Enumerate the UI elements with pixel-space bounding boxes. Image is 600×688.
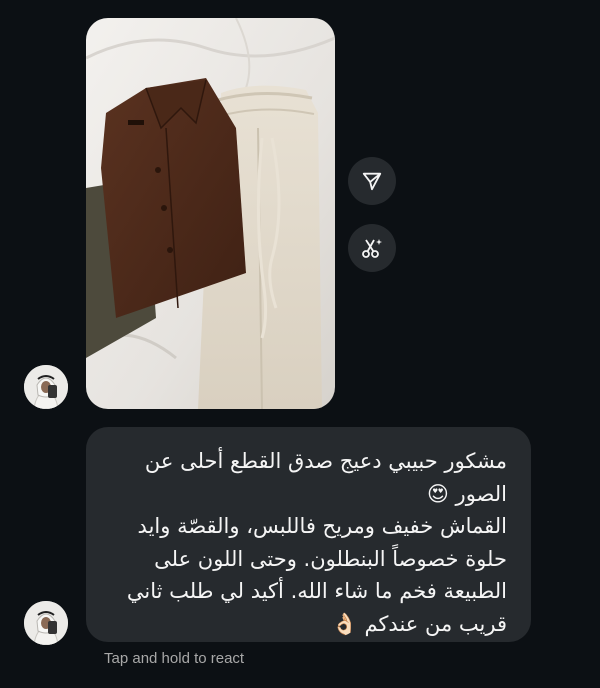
sender-avatar[interactable] <box>24 601 68 645</box>
react-hint: Tap and hold to react <box>104 650 245 667</box>
share-button[interactable] <box>348 157 396 205</box>
remix-button[interactable] <box>348 224 396 272</box>
message-text: مشكور حبيبي دعيج صدق القطع أحلى عن الصور… <box>126 449 507 636</box>
message-bubble[interactable]: مشكور حبيبي دعيج صدق القطع أحلى عن الصور… <box>86 427 531 642</box>
scissors-sparkle-icon <box>362 239 382 258</box>
avatar-image <box>24 601 68 645</box>
avatar-image <box>24 365 68 409</box>
shared-photo[interactable] <box>86 18 335 409</box>
clothes-photo-image <box>86 18 335 409</box>
sender-avatar[interactable] <box>24 365 68 409</box>
paper-plane-icon <box>362 172 382 191</box>
